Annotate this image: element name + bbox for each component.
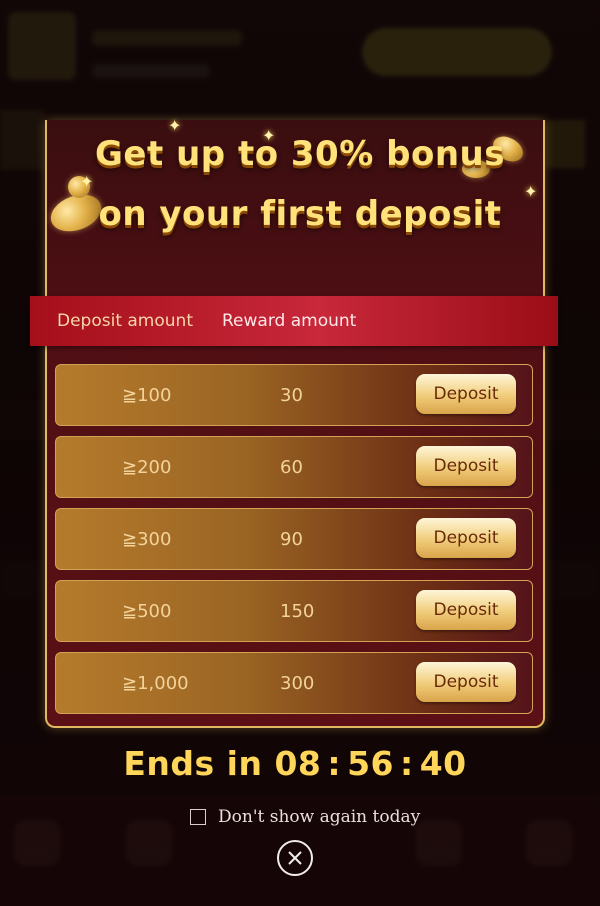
tier-row: ≧1,000 300 Deposit — [55, 652, 533, 714]
promo-headline-line2: on your first deposit — [98, 194, 502, 234]
deposit-button[interactable]: Deposit — [416, 518, 516, 558]
close-icon — [288, 851, 302, 865]
tier-deposit-amount: ≧500 — [122, 601, 172, 622]
stage: ✦ ✦ ✦ ✦ Get up to 30% bonus on your firs… — [0, 0, 600, 906]
countdown-hours: 08 — [274, 744, 322, 783]
sparkle-icon: ✦ — [80, 172, 94, 191]
tier-row: ≧500 150 Deposit — [55, 580, 533, 642]
tier-reward-amount: 300 — [280, 673, 315, 694]
tier-row: ≧300 90 Deposit — [55, 508, 533, 570]
countdown-separator: : — [327, 744, 342, 783]
tier-deposit-amount: ≧300 — [122, 529, 172, 550]
tier-row: ≧200 60 Deposit — [55, 436, 533, 498]
deposit-button[interactable]: Deposit — [416, 662, 516, 702]
countdown-seconds: 40 — [419, 744, 467, 783]
close-button[interactable] — [277, 840, 313, 876]
sparkle-icon: ✦ — [168, 116, 182, 135]
dont-show-again-label[interactable]: Don't show again today — [218, 807, 420, 827]
column-header-reward: Reward amount — [222, 311, 357, 331]
tier-reward-amount: 30 — [280, 385, 303, 406]
tier-reward-amount: 150 — [280, 601, 315, 622]
deposit-button[interactable]: Deposit — [416, 374, 516, 414]
promo-headline-line1: Get up to 30% bonus — [95, 134, 505, 174]
table-header: Deposit amount Reward amount — [30, 296, 558, 346]
tier-deposit-amount: ≧100 — [122, 385, 172, 406]
countdown-separator: : — [400, 744, 414, 783]
tier-row: ≧100 30 Deposit — [55, 364, 533, 426]
deposit-button[interactable]: Deposit — [416, 446, 516, 486]
tier-deposit-amount: ≧200 — [122, 457, 172, 478]
tier-reward-amount: 90 — [280, 529, 303, 550]
tier-reward-amount: 60 — [280, 457, 303, 478]
column-header-deposit: Deposit amount — [57, 311, 193, 331]
countdown-prefix: Ends in — [123, 744, 263, 783]
countdown-timer: Ends in 08:56:40 — [0, 744, 590, 783]
dont-show-again-option[interactable]: Don't show again today — [190, 806, 420, 828]
countdown-minutes: 56 — [347, 744, 395, 783]
checkbox-icon[interactable] — [190, 809, 206, 825]
tier-deposit-amount: ≧1,000 — [122, 673, 189, 694]
deposit-tier-list: ≧100 30 Deposit ≧200 60 Deposit ≧300 90 … — [55, 364, 533, 724]
deposit-button[interactable]: Deposit — [416, 590, 516, 630]
